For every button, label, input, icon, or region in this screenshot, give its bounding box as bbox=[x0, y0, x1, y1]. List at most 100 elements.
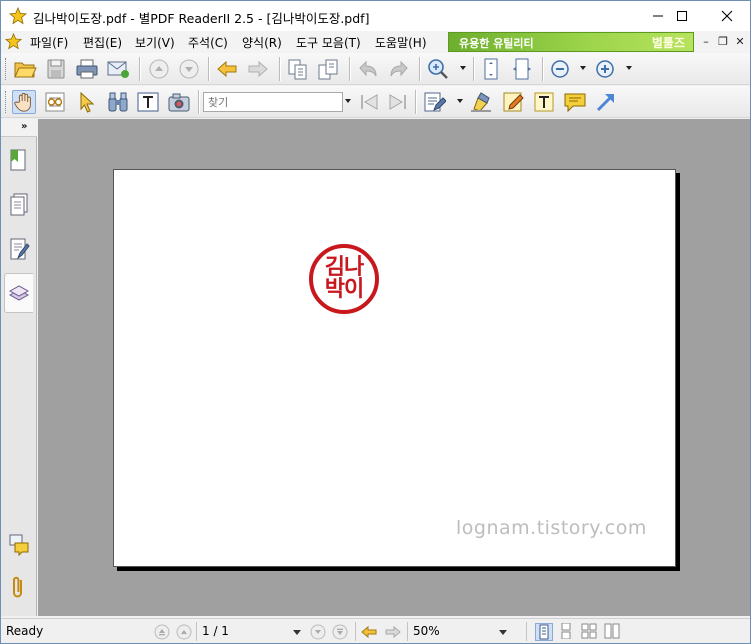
snapshot-button[interactable] bbox=[167, 90, 191, 114]
diagonal-arrow-icon bbox=[596, 94, 614, 112]
continuous-view-button[interactable] bbox=[558, 622, 576, 641]
menu-annotation[interactable]: 주석(C) bbox=[188, 34, 228, 51]
status-separator bbox=[407, 622, 408, 641]
status-forward-button[interactable] bbox=[385, 624, 401, 640]
fit-page-button[interactable] bbox=[479, 57, 503, 81]
menu-help[interactable]: 도움말(H) bbox=[375, 34, 427, 51]
printer-icon bbox=[76, 59, 98, 79]
attachments-tab[interactable] bbox=[4, 567, 33, 607]
find-input-box[interactable] bbox=[203, 92, 343, 112]
utility-banner[interactable]: 유용한 유틸리티 별툴즈 bbox=[448, 32, 694, 52]
toolbar-grip[interactable] bbox=[5, 91, 8, 113]
menu-file[interactable]: 파일(F) bbox=[30, 34, 68, 51]
zoom-in-dropdown-icon[interactable] bbox=[626, 66, 632, 70]
find-previous-button[interactable] bbox=[357, 90, 381, 114]
close-icon bbox=[721, 10, 733, 22]
redo-button[interactable] bbox=[387, 57, 411, 81]
last-page-button[interactable] bbox=[332, 624, 348, 640]
toolbar-separator bbox=[419, 57, 420, 81]
note-pencil-button[interactable] bbox=[501, 90, 525, 114]
first-page-button[interactable] bbox=[154, 624, 170, 640]
expand-panel-icon[interactable]: » bbox=[21, 121, 27, 132]
undo-button[interactable] bbox=[356, 57, 380, 81]
toolbar-separator bbox=[349, 57, 350, 81]
find-next-button[interactable] bbox=[386, 90, 410, 114]
document-star-icon[interactable] bbox=[4, 32, 23, 50]
paperclip-icon bbox=[12, 576, 22, 598]
pdf-page[interactable]: 김나 박이 lognam.tistory.com bbox=[113, 169, 676, 567]
toolbar-separator bbox=[542, 57, 543, 81]
arrow-cursor-icon bbox=[80, 91, 95, 113]
print-button[interactable] bbox=[75, 57, 99, 81]
close-button[interactable] bbox=[704, 1, 750, 31]
page-number-combo[interactable]: 1 / 1 bbox=[198, 622, 305, 641]
zoom-combo[interactable]: 50% bbox=[409, 622, 511, 641]
menu-toolbars[interactable]: 도구 모음(T) bbox=[296, 34, 361, 51]
annotate-dropdown-icon[interactable] bbox=[457, 99, 463, 103]
fit-width-button[interactable] bbox=[510, 57, 534, 81]
paste-page-button[interactable] bbox=[316, 57, 340, 81]
select-tool-button[interactable] bbox=[75, 90, 99, 114]
annotations-tab[interactable] bbox=[4, 229, 33, 269]
menu-edit[interactable]: 편집(E) bbox=[83, 34, 122, 51]
comments-tab[interactable] bbox=[4, 524, 33, 564]
hand-icon bbox=[14, 92, 31, 112]
text-select-button[interactable] bbox=[43, 90, 67, 114]
mdi-minimize-button[interactable]: – bbox=[699, 35, 713, 49]
mdi-restore-button[interactable]: ❐ bbox=[716, 35, 730, 49]
layers-icon bbox=[8, 285, 30, 301]
window-title: 김나박이도장.pdf - 별PDF ReaderII 2.5 - [김나박이도장… bbox=[33, 11, 370, 26]
utility-brand: 별툴즈 bbox=[651, 36, 685, 50]
envelope-icon bbox=[107, 61, 129, 78]
up-arrow-circle-icon bbox=[149, 59, 169, 79]
zoom-tool-dropdown-icon[interactable] bbox=[460, 66, 466, 70]
find-button[interactable] bbox=[106, 90, 130, 114]
back-button[interactable] bbox=[215, 57, 239, 81]
zoom-out-dropdown-icon[interactable] bbox=[580, 66, 586, 70]
prev-page-button[interactable] bbox=[147, 57, 171, 81]
zoom-in-button[interactable] bbox=[593, 57, 617, 81]
maximize-button[interactable] bbox=[659, 1, 705, 31]
fit-width-icon bbox=[513, 58, 531, 80]
text-box-button[interactable] bbox=[136, 90, 160, 114]
copy-page-button[interactable] bbox=[286, 57, 310, 81]
camera-icon bbox=[168, 93, 190, 112]
bookmark-icon bbox=[10, 149, 25, 171]
pages-tab[interactable] bbox=[4, 185, 33, 225]
open-button[interactable] bbox=[13, 57, 37, 81]
zoom-out-button[interactable] bbox=[548, 57, 572, 81]
next-page-button[interactable] bbox=[177, 57, 201, 81]
find-dropdown-icon[interactable] bbox=[345, 99, 351, 103]
fit-page-icon bbox=[484, 58, 498, 80]
comment-button[interactable] bbox=[563, 90, 587, 114]
status-back-button[interactable] bbox=[361, 624, 377, 640]
back-arrow-icon bbox=[361, 625, 377, 639]
highlight-button[interactable] bbox=[469, 90, 493, 114]
find-input[interactable] bbox=[204, 93, 342, 111]
redo-icon bbox=[390, 60, 408, 77]
binoculars-icon bbox=[108, 92, 128, 112]
forward-button[interactable] bbox=[246, 57, 270, 81]
bookmarks-tab[interactable] bbox=[4, 141, 33, 181]
document-view[interactable]: 김나 박이 lognam.tistory.com bbox=[38, 119, 750, 616]
paste-pages-icon bbox=[318, 59, 338, 80]
next-page-status-button[interactable] bbox=[310, 624, 326, 640]
zoom-tool-button[interactable] bbox=[426, 57, 450, 81]
text-frame-icon bbox=[137, 92, 159, 112]
annotate-pen-button[interactable] bbox=[422, 90, 446, 114]
arrow-annotation-button[interactable] bbox=[594, 90, 618, 114]
save-button[interactable] bbox=[44, 57, 68, 81]
facing-continuous-view-button[interactable] bbox=[581, 623, 599, 641]
menu-form[interactable]: 양식(R) bbox=[242, 34, 282, 51]
mdi-close-button[interactable]: ✕ bbox=[733, 35, 747, 49]
toolbar-grip[interactable] bbox=[5, 58, 8, 80]
facing-view-button[interactable] bbox=[604, 623, 622, 641]
previous-page-button[interactable] bbox=[176, 624, 192, 640]
email-button[interactable] bbox=[106, 57, 130, 81]
status-bar: Ready 1 / 1 50% bbox=[1, 618, 750, 643]
layers-tab[interactable] bbox=[4, 273, 33, 313]
hand-tool-button[interactable] bbox=[12, 90, 36, 114]
single-page-view-button[interactable] bbox=[535, 623, 553, 641]
menu-view[interactable]: 보기(V) bbox=[135, 34, 175, 51]
typewriter-button[interactable] bbox=[532, 90, 556, 114]
